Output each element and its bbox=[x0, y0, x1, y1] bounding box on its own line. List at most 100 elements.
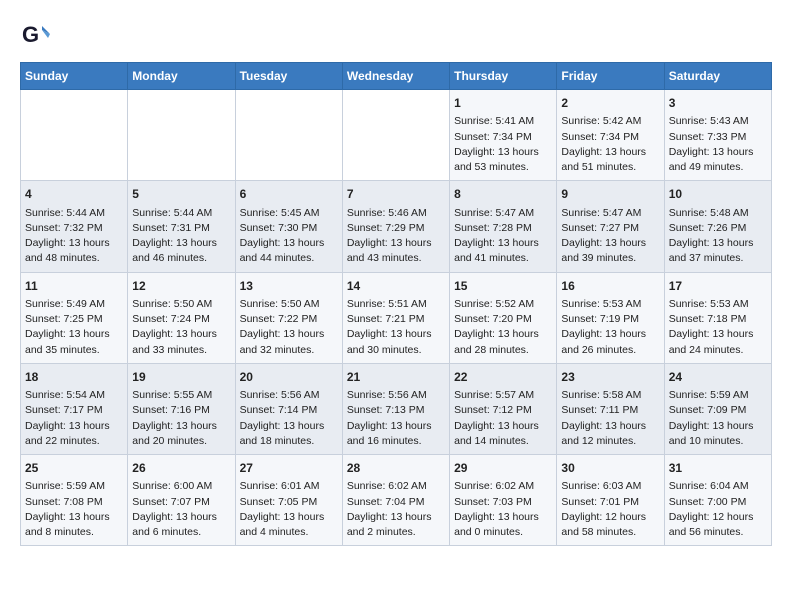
day-info: Sunset: 7:30 PM bbox=[240, 221, 338, 236]
day-info: Sunset: 7:18 PM bbox=[669, 312, 767, 327]
day-number: 10 bbox=[669, 186, 767, 203]
day-info: Daylight: 13 hours bbox=[669, 327, 767, 342]
day-number: 12 bbox=[132, 278, 230, 295]
calendar-cell bbox=[21, 90, 128, 181]
day-info: Sunset: 7:04 PM bbox=[347, 495, 445, 510]
calendar-cell: 9Sunrise: 5:47 AMSunset: 7:27 PMDaylight… bbox=[557, 181, 664, 272]
day-info: Sunrise: 5:53 AM bbox=[669, 297, 767, 312]
day-info: Sunset: 7:05 PM bbox=[240, 495, 338, 510]
day-info: Sunset: 7:09 PM bbox=[669, 403, 767, 418]
day-number: 13 bbox=[240, 278, 338, 295]
day-info: and 48 minutes. bbox=[25, 251, 123, 266]
day-info: Sunset: 7:12 PM bbox=[454, 403, 552, 418]
day-number: 26 bbox=[132, 460, 230, 477]
day-info: Sunset: 7:22 PM bbox=[240, 312, 338, 327]
day-info: and 6 minutes. bbox=[132, 525, 230, 540]
day-info: and 12 minutes. bbox=[561, 434, 659, 449]
day-info: and 4 minutes. bbox=[240, 525, 338, 540]
day-info: Sunset: 7:16 PM bbox=[132, 403, 230, 418]
day-info: and 33 minutes. bbox=[132, 343, 230, 358]
day-info: and 58 minutes. bbox=[561, 525, 659, 540]
day-info: Daylight: 13 hours bbox=[669, 145, 767, 160]
day-info: Sunrise: 5:45 AM bbox=[240, 206, 338, 221]
calendar-cell bbox=[128, 90, 235, 181]
day-info: Sunrise: 5:59 AM bbox=[25, 479, 123, 494]
day-info: Sunset: 7:11 PM bbox=[561, 403, 659, 418]
day-info: Sunrise: 5:49 AM bbox=[25, 297, 123, 312]
day-number: 20 bbox=[240, 369, 338, 386]
day-info: Daylight: 13 hours bbox=[561, 145, 659, 160]
day-number: 30 bbox=[561, 460, 659, 477]
day-info: Sunrise: 5:55 AM bbox=[132, 388, 230, 403]
calendar-cell: 27Sunrise: 6:01 AMSunset: 7:05 PMDayligh… bbox=[235, 455, 342, 546]
day-info: and 24 minutes. bbox=[669, 343, 767, 358]
day-info: Sunset: 7:01 PM bbox=[561, 495, 659, 510]
day-info: and 22 minutes. bbox=[25, 434, 123, 449]
calendar-cell: 3Sunrise: 5:43 AMSunset: 7:33 PMDaylight… bbox=[664, 90, 771, 181]
day-info: Daylight: 12 hours bbox=[561, 510, 659, 525]
logo: G bbox=[20, 20, 56, 52]
day-number: 3 bbox=[669, 95, 767, 112]
day-info: Daylight: 13 hours bbox=[347, 327, 445, 342]
weekday-header-row: SundayMondayTuesdayWednesdayThursdayFrid… bbox=[21, 63, 772, 90]
calendar-cell: 16Sunrise: 5:53 AMSunset: 7:19 PMDayligh… bbox=[557, 272, 664, 363]
day-info: Daylight: 13 hours bbox=[25, 236, 123, 251]
calendar-week-row: 1Sunrise: 5:41 AMSunset: 7:34 PMDaylight… bbox=[21, 90, 772, 181]
day-info: Sunrise: 5:53 AM bbox=[561, 297, 659, 312]
calendar-cell: 30Sunrise: 6:03 AMSunset: 7:01 PMDayligh… bbox=[557, 455, 664, 546]
day-info: Sunset: 7:00 PM bbox=[669, 495, 767, 510]
svg-text:G: G bbox=[22, 22, 39, 47]
day-info: and 41 minutes. bbox=[454, 251, 552, 266]
day-number: 19 bbox=[132, 369, 230, 386]
day-info: Daylight: 13 hours bbox=[132, 419, 230, 434]
day-info: Sunrise: 5:48 AM bbox=[669, 206, 767, 221]
day-info: and 2 minutes. bbox=[347, 525, 445, 540]
day-number: 16 bbox=[561, 278, 659, 295]
calendar-cell: 31Sunrise: 6:04 AMSunset: 7:00 PMDayligh… bbox=[664, 455, 771, 546]
day-info: and 37 minutes. bbox=[669, 251, 767, 266]
day-info: and 43 minutes. bbox=[347, 251, 445, 266]
calendar-cell: 21Sunrise: 5:56 AMSunset: 7:13 PMDayligh… bbox=[342, 363, 449, 454]
day-info: and 51 minutes. bbox=[561, 160, 659, 175]
day-info: Daylight: 13 hours bbox=[240, 236, 338, 251]
day-info: and 49 minutes. bbox=[669, 160, 767, 175]
day-info: Sunrise: 5:46 AM bbox=[347, 206, 445, 221]
day-info: Daylight: 13 hours bbox=[240, 327, 338, 342]
day-info: and 44 minutes. bbox=[240, 251, 338, 266]
calendar-cell: 13Sunrise: 5:50 AMSunset: 7:22 PMDayligh… bbox=[235, 272, 342, 363]
calendar-body: 1Sunrise: 5:41 AMSunset: 7:34 PMDaylight… bbox=[21, 90, 772, 546]
weekday-header: Wednesday bbox=[342, 63, 449, 90]
calendar-week-row: 11Sunrise: 5:49 AMSunset: 7:25 PMDayligh… bbox=[21, 272, 772, 363]
day-info: Sunrise: 5:52 AM bbox=[454, 297, 552, 312]
day-info: Daylight: 13 hours bbox=[347, 419, 445, 434]
weekday-header: Saturday bbox=[664, 63, 771, 90]
calendar-cell: 19 Sunrise: 5:55 AMSunset: 7:16 PMDayligh… bbox=[128, 363, 235, 454]
calendar-cell: 22Sunrise: 5:57 AMSunset: 7:12 PMDayligh… bbox=[450, 363, 557, 454]
day-info: Sunrise: 5:58 AM bbox=[561, 388, 659, 403]
day-info: and 8 minutes. bbox=[25, 525, 123, 540]
day-number: 5 bbox=[132, 186, 230, 203]
day-number: 4 bbox=[25, 186, 123, 203]
day-info: Sunrise: 5:56 AM bbox=[347, 388, 445, 403]
day-number: 17 bbox=[669, 278, 767, 295]
day-info: and 10 minutes. bbox=[669, 434, 767, 449]
day-info: Sunrise: 5:41 AM bbox=[454, 114, 552, 129]
calendar-cell: 5Sunrise: 5:44 AMSunset: 7:31 PMDaylight… bbox=[128, 181, 235, 272]
day-info: Sunset: 7:08 PM bbox=[25, 495, 123, 510]
day-info: Daylight: 13 hours bbox=[25, 510, 123, 525]
day-info: Sunrise: 5:56 AM bbox=[240, 388, 338, 403]
day-info: Sunrise: 5:59 AM bbox=[669, 388, 767, 403]
day-info: Sunrise: 5:50 AM bbox=[132, 297, 230, 312]
day-info: and 20 minutes. bbox=[132, 434, 230, 449]
day-info: Sunset: 7:29 PM bbox=[347, 221, 445, 236]
day-info: Daylight: 12 hours bbox=[669, 510, 767, 525]
day-number: 27 bbox=[240, 460, 338, 477]
calendar-cell: 25Sunrise: 5:59 AMSunset: 7:08 PMDayligh… bbox=[21, 455, 128, 546]
day-info: Sunrise: 5:51 AM bbox=[347, 297, 445, 312]
day-info: Sunrise: 6:02 AM bbox=[454, 479, 552, 494]
weekday-header: Friday bbox=[557, 63, 664, 90]
day-info: Daylight: 13 hours bbox=[669, 236, 767, 251]
day-info: Daylight: 13 hours bbox=[25, 327, 123, 342]
day-info: Sunset: 7:25 PM bbox=[25, 312, 123, 327]
weekday-header: Sunday bbox=[21, 63, 128, 90]
